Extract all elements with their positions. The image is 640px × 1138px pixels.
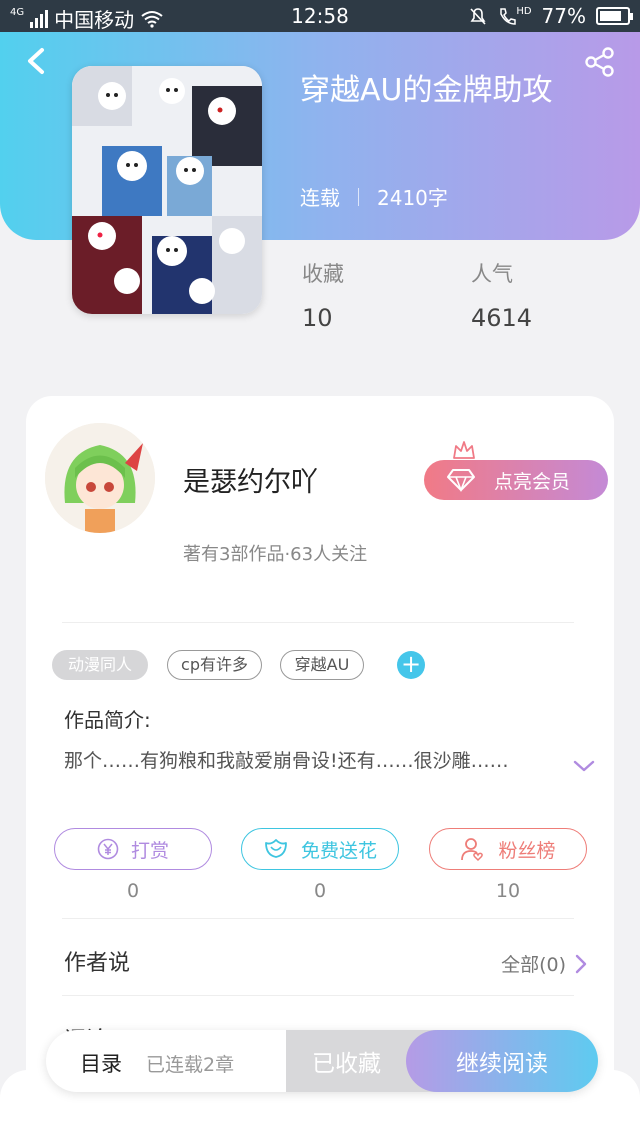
book-meta: 连载 2410字 <box>300 182 448 211</box>
intro-label: 作品简介: <box>64 708 151 732</box>
flower-count: 0 <box>313 880 327 902</box>
favorites-label: 收藏 <box>302 262 344 286</box>
favorited-label: 已收藏 <box>312 1051 381 1077</box>
fans-ranking-button[interactable]: 粉丝榜 <box>429 828 587 870</box>
continue-reading-label: 继续阅读 <box>456 1051 548 1077</box>
back-arrow-icon[interactable] <box>22 46 50 76</box>
chevron-down-icon[interactable] <box>572 758 596 774</box>
add-tag-button[interactable]: + <box>397 651 425 679</box>
chevron-right-icon <box>575 954 587 973</box>
flower-label: 免费送花 <box>300 839 377 862</box>
fans-count: 10 <box>495 880 521 902</box>
flower-icon <box>265 839 287 858</box>
hd-call-icon: HD <box>498 6 532 26</box>
battery-percent: 77% <box>541 4 586 28</box>
cover-illustration <box>72 66 262 314</box>
favorites-value: 10 <box>302 304 333 332</box>
bell-muted-icon <box>470 8 486 25</box>
status-right: HD 77% <box>468 4 633 28</box>
popularity-value: 4614 <box>471 304 533 332</box>
author-says-all-link[interactable]: 全部(0) <box>501 950 588 977</box>
popularity-stat: 人气 4614 <box>471 258 532 332</box>
divider <box>62 918 574 919</box>
yen-icon <box>97 838 119 860</box>
tag-time-travel-au[interactable]: 穿越AU <box>280 650 364 680</box>
tip-button[interactable]: 打赏 <box>54 828 212 870</box>
crown-icon <box>453 441 475 459</box>
book-cover-image[interactable] <box>72 66 262 314</box>
chapter-count: 已连载2章 <box>146 1054 235 1076</box>
author-name[interactable]: 是瑟约尔吖 <box>183 460 318 499</box>
send-flower-button[interactable]: 免费送花 <box>241 828 399 870</box>
tip-label: 打赏 <box>130 839 169 862</box>
share-icon[interactable] <box>584 46 616 78</box>
tag-cp[interactable]: cp有许多 <box>167 650 262 680</box>
author-says-count: 全部(0) <box>501 954 566 976</box>
meta-separator <box>358 187 359 206</box>
author-stats: 著有3部作品·63人关注 <box>183 544 368 565</box>
author-says-label: 作者说 <box>64 951 131 976</box>
popularity-label: 人气 <box>471 262 513 286</box>
divider <box>62 622 574 623</box>
word-count: 2410字 <box>377 186 448 210</box>
intro-text: 那个……有狗粮和我敲爱崩骨设!还有……很沙雕…… <box>64 750 509 772</box>
fans-label: 粉丝榜 <box>498 839 556 862</box>
continue-reading-button[interactable]: 继续阅读 <box>406 1030 598 1092</box>
favorites-stat: 收藏 10 <box>302 258 344 332</box>
toc-button[interactable]: 目录 <box>80 1048 122 1078</box>
book-title: 穿越AU的金牌助攻 <box>300 73 553 108</box>
tag-anime-fanfic[interactable]: 动漫同人 <box>52 650 148 680</box>
avatar-illustration <box>45 423 155 533</box>
status-bar: 4G 中国移动 12:58 HD 77% <box>0 0 640 32</box>
divider <box>62 995 574 996</box>
avatar[interactable] <box>45 423 155 533</box>
diamond-icon <box>447 469 475 492</box>
vip-button[interactable]: 点亮会员 <box>424 460 608 500</box>
user-heart-icon <box>461 838 484 862</box>
hd-label: HD <box>516 6 532 17</box>
battery-icon <box>596 7 633 25</box>
battery-fill <box>600 11 621 21</box>
book-status: 连载 <box>300 186 340 210</box>
tip-count: 0 <box>126 880 140 902</box>
vip-label: 点亮会员 <box>494 470 571 493</box>
